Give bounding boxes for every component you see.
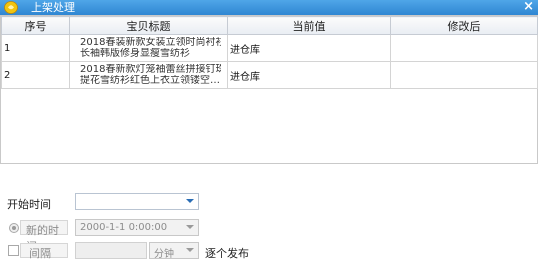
cell-current: 进仓库	[227, 61, 391, 89]
column-header-current[interactable]: 当前值	[227, 16, 391, 35]
cell-title-line2: 提花雪纺衫红色上衣立领镂空…	[80, 75, 220, 86]
chevron-down-icon[interactable]	[186, 248, 194, 252]
items-grid: 序号 宝贝标题 当前值 修改后 1 2018春装新款女装立领时尚衬衫 长袖韩版修…	[0, 15, 538, 164]
items-table: 序号 宝贝标题 当前值 修改后 1 2018春装新款女装立领时尚衬衫 长袖韩版修…	[1, 16, 538, 89]
cell-title-line2: 长袖韩版修身显瘦雪纺衫	[80, 48, 190, 59]
options-panel: 开始时间 新的时间 2000-1-1 0:00:00 间隔 分钟 逐个发布	[0, 164, 538, 267]
new-time-radio[interactable]	[9, 223, 19, 233]
new-time-value: 2000-1-1 0:00:00	[80, 222, 168, 233]
column-header-index[interactable]: 序号	[1, 16, 70, 35]
close-icon[interactable]: ×	[523, 0, 534, 14]
cell-title: 2018春装新款女装立领时尚衬衫 长袖韩版修身显瘦雪纺衫	[69, 34, 228, 62]
interval-input[interactable]	[75, 242, 147, 259]
interval-checkbox[interactable]	[8, 245, 19, 256]
chevron-down-icon[interactable]	[186, 199, 194, 203]
table-header-row: 序号 宝贝标题 当前值 修改后	[1, 16, 538, 35]
cell-current: 进仓库	[227, 34, 391, 62]
cell-title-line1: 2018春新款灯笼袖蕾丝拼接钉珠	[80, 64, 221, 75]
app-logo-icon	[4, 1, 18, 14]
cell-title-line1: 2018春装新款女装立领时尚衬衫	[80, 37, 221, 48]
start-time-label: 开始时间	[7, 198, 51, 211]
interval-suffix-label: 逐个发布	[205, 247, 249, 260]
start-time-select[interactable]	[75, 193, 199, 210]
cell-index: 1	[1, 34, 70, 62]
cell-index: 2	[1, 61, 70, 89]
interval-label-box: 间隔	[20, 243, 68, 260]
cell-after[interactable]	[390, 34, 538, 62]
window-title: 上架处理	[31, 1, 75, 14]
window-titlebar: 上架处理 ×	[0, 0, 538, 15]
cell-after[interactable]	[390, 61, 538, 89]
cell-title: 2018春新款灯笼袖蕾丝拼接钉珠 提花雪纺衫红色上衣立领镂空…	[69, 61, 228, 89]
new-time-label-box: 新的时间	[20, 220, 68, 253]
new-time-picker[interactable]: 2000-1-1 0:00:00	[75, 219, 199, 236]
chevron-down-icon[interactable]	[186, 225, 194, 229]
interval-unit-value: 分钟	[154, 249, 174, 260]
interval-unit-select[interactable]: 分钟	[149, 242, 199, 260]
column-header-after[interactable]: 修改后	[390, 16, 538, 35]
column-header-title[interactable]: 宝贝标题	[69, 16, 228, 35]
interval-label: 间隔	[29, 247, 51, 260]
table-row[interactable]: 2 2018春新款灯笼袖蕾丝拼接钉珠 提花雪纺衫红色上衣立领镂空… 进仓库	[1, 61, 538, 89]
table-row[interactable]: 1 2018春装新款女装立领时尚衬衫 长袖韩版修身显瘦雪纺衫 进仓库	[1, 34, 538, 62]
